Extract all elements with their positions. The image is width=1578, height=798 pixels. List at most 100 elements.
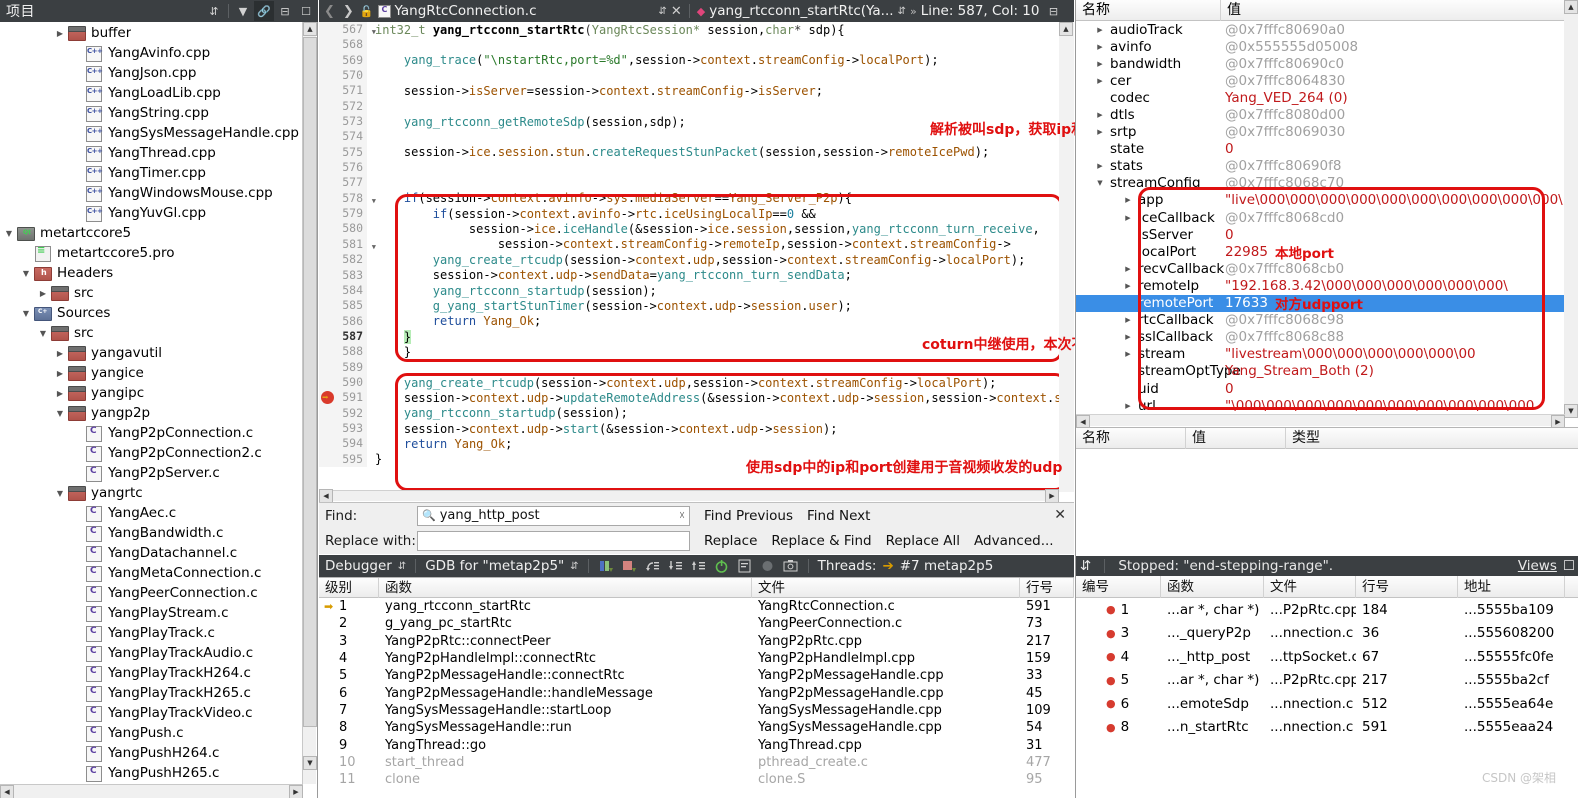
breakpoint-dot-icon[interactable]: ●: [1106, 674, 1116, 687]
locals-row[interactable]: isServer 0: [1076, 226, 1578, 243]
tree-item[interactable]: Sources: [0, 303, 303, 323]
chevron-right-icon[interactable]: [53, 389, 67, 398]
continue-icon[interactable]: [598, 558, 615, 574]
line-number[interactable]: 584: [319, 282, 367, 299]
stack-row[interactable]: 2 g_yang_pc_startRtc YangPeerConnection.c 7…: [319, 615, 1074, 632]
locals-hscrollbar[interactable]: ◀ ▶: [1076, 414, 1565, 429]
chevron-right-icon[interactable]: ▶: [1122, 333, 1134, 341]
editor-vscrollbar[interactable]: ▲: [1059, 22, 1074, 492]
breakpoint-dot-icon[interactable]: ●: [1106, 721, 1116, 734]
replace-all-button[interactable]: Replace All: [886, 533, 960, 549]
chevron-right-icon[interactable]: ▶: [1094, 162, 1106, 170]
project-tree-vscrollbar[interactable]: ▲ ▼: [302, 22, 317, 784]
filter-icon[interactable]: ▼​: [233, 1, 253, 21]
locals-row[interactable]: ▶ recvCallback @0x7fffc8068cb0: [1076, 260, 1578, 277]
bp-col-line[interactable]: 行号: [1356, 575, 1458, 598]
chevron-right-icon[interactable]: ▶: [1094, 26, 1106, 34]
views-button[interactable]: Views: [1518, 558, 1557, 574]
line-number[interactable]: 579: [319, 206, 367, 222]
locals-row[interactable]: ▶ cer @0x7fffc8064830: [1076, 72, 1578, 89]
line-number[interactable]: 569: [319, 52, 367, 69]
breakpoint-dot-icon[interactable]: ●: [1106, 697, 1116, 710]
split-editor-icon[interactable]: ⊟: [1043, 1, 1063, 21]
tree-item[interactable]: src: [0, 323, 303, 343]
lock-icon[interactable]: 🔓: [360, 5, 374, 18]
locals-row[interactable]: ▶ iceCallback @0x7fffc8068cd0: [1076, 209, 1578, 226]
fold-toggle-icon[interactable]: ▼: [372, 240, 376, 255]
stack-row[interactable]: 8 YangSysMessageHandle::run YangSysMessage…: [319, 719, 1074, 736]
tree-item[interactable]: YangBandwidth.c: [0, 523, 303, 543]
chevron-right-icon[interactable]: [53, 29, 67, 38]
locals-col-name[interactable]: 名称: [1076, 0, 1221, 21]
tree-item[interactable]: YangPushH264.c: [0, 743, 303, 763]
locals-row[interactable]: ▶ rtcCallback @0x7fffc8068c98: [1076, 312, 1578, 329]
stack-row[interactable]: ➡ 1 yang_rtcconn_startRtc YangRtcConnection…: [319, 598, 1074, 615]
stack-col-function[interactable]: 函数: [379, 577, 752, 598]
editor-scroll-right[interactable]: ▶: [1045, 489, 1059, 503]
locals-row[interactable]: ▶ dtls @0x7fffc8080d00: [1076, 106, 1578, 123]
tree-item[interactable]: metartccore5: [0, 223, 303, 243]
views-dropdown-icon[interactable]: ☐: [1563, 558, 1575, 574]
tree-item[interactable]: Headers: [0, 263, 303, 283]
tree-item[interactable]: YangPlayTrack.c: [0, 623, 303, 643]
chevron-down-icon[interactable]: [19, 309, 33, 318]
tree-item[interactable]: YangAvinfo.cpp: [0, 43, 303, 63]
watch-col-type[interactable]: 类型: [1286, 428, 1578, 449]
code-line[interactable]: 584 yang_rtcconn_startudp(session);: [319, 282, 1074, 299]
stack-row[interactable]: 5 YangP2pMessageHandle::connectRtc YangP2p…: [319, 667, 1074, 684]
locals-col-value[interactable]: 值: [1221, 0, 1565, 21]
stack-row[interactable]: 11 clone clone.S 95: [319, 771, 1074, 788]
code-line[interactable]: 581 ▼ session->context.streamConfig->remo…: [319, 236, 1074, 255]
chevron-right-icon[interactable]: ▶: [1094, 128, 1106, 136]
breakpoint-row[interactable]: ● 6 ...emoteSdp ...nnection.c 512 ...5555ea64…: [1076, 692, 1578, 716]
chevron-down-icon[interactable]: [2, 229, 16, 238]
locals-scroll-up[interactable]: ▲: [1564, 0, 1578, 14]
chevron-down-icon[interactable]: [53, 409, 67, 418]
breakpoint-dot-icon[interactable]: ●: [1106, 603, 1116, 616]
breakpoint-dot-icon[interactable]: ●: [1106, 650, 1116, 663]
snapshot-icon[interactable]: [782, 558, 799, 574]
code-line[interactable]: 579 if(session->context.avinfo->rtc.iceU…: [319, 206, 1074, 222]
replace-input[interactable]: [417, 530, 690, 551]
step-out-icon[interactable]: [690, 558, 707, 574]
file-dropdown-icon[interactable]: ⇵: [659, 6, 667, 17]
bp-col-num[interactable]: 编号: [1076, 575, 1161, 598]
scroll-right-arrow[interactable]: ▶: [289, 785, 303, 798]
link-icon[interactable]: 🔗: [254, 1, 274, 21]
watch-col-value[interactable]: 值: [1186, 427, 1286, 449]
debug-target-dropdown-icon[interactable]: ⇵: [570, 561, 578, 572]
line-number[interactable]: 589: [319, 359, 367, 375]
editor-filename[interactable]: YangRtcConnection.c: [395, 3, 537, 19]
code-line[interactable]: 567 ▼ int32_t yang_rtcconn_startRtc(YangRt…: [319, 22, 1074, 38]
locals-scroll-down[interactable]: ▼: [1564, 404, 1578, 418]
debugger-spinner-icon[interactable]: ⇵: [398, 561, 406, 572]
line-number[interactable]: 571: [319, 83, 367, 99]
line-number[interactable]: 567 ▼: [319, 22, 376, 38]
code-line[interactable]: 594 return Yang_Ok;: [319, 436, 1074, 452]
bp-col-file[interactable]: 文件: [1264, 575, 1356, 598]
breakpoint-row[interactable]: ● 4 ..._http_post ...ttpSocket.c 67 ...55555f…: [1076, 645, 1578, 669]
tree-item[interactable]: YangPlayStream.c: [0, 603, 303, 623]
chevron-down-icon[interactable]: ▼: [1094, 179, 1106, 187]
tree-item[interactable]: yangrtc: [0, 483, 303, 503]
chevron-right-icon[interactable]: [36, 289, 50, 298]
locals-row[interactable]: remotePort 17633 对方udpport: [1076, 294, 1578, 313]
tree-item[interactable]: buffer: [0, 23, 303, 43]
code-line[interactable]: 592 yang_rtcconn_startudp(session);: [319, 405, 1074, 421]
line-number[interactable]: 582: [319, 252, 367, 268]
locals-row[interactable]: ▼ streamConfig @0x7fffc8068c70: [1076, 175, 1578, 192]
stack-rows[interactable]: ➡ 1 yang_rtcconn_startRtc YangRtcConnection…: [319, 598, 1074, 788]
tree-item[interactable]: YangP2pConnection.c: [0, 423, 303, 443]
line-number[interactable]: 593: [319, 420, 367, 437]
project-tree[interactable]: buffer YangAvinfo.cpp YangJson.cpp YangLoad…: [0, 22, 303, 784]
replace-and-find-button[interactable]: Replace & Find: [771, 533, 871, 549]
split-icon[interactable]: ⊟: [275, 1, 295, 21]
overflow-icon[interactable]: »: [910, 5, 917, 18]
tree-item[interactable]: YangPlayTrackH264.c: [0, 663, 303, 683]
locals-row[interactable]: ▶ bandwidth @0x7fffc80690c0: [1076, 55, 1578, 72]
current-thread[interactable]: #7 metap2p5: [900, 558, 994, 574]
bp-col-function[interactable]: 函数: [1161, 575, 1264, 598]
tree-item[interactable]: src: [0, 283, 303, 303]
debug-target[interactable]: GDB for "metap2p5": [425, 558, 564, 574]
code-line[interactable]: 569 yang_trace("\nstartRtc,port=%d",sess…: [319, 52, 1074, 69]
